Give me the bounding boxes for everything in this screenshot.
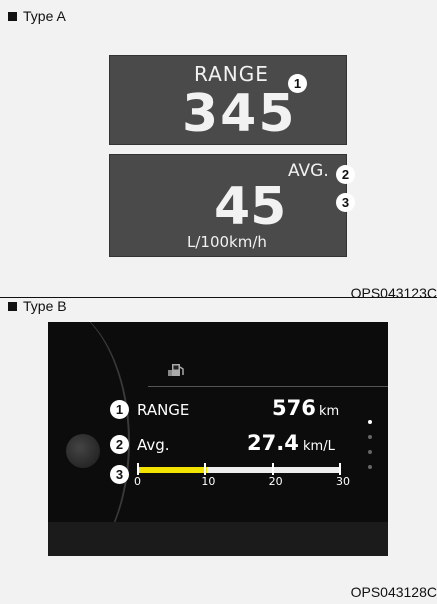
type-a-label: Type A bbox=[8, 8, 66, 24]
avg-value: 45 bbox=[214, 177, 287, 237]
avg-unit: L/100km/h bbox=[187, 233, 267, 251]
gauge-tick bbox=[204, 463, 207, 475]
fuel-pump-icon bbox=[168, 364, 184, 376]
type-b-label: Type B bbox=[8, 298, 67, 314]
range-display: RANGE 345 1 bbox=[109, 55, 347, 145]
avg-value-b: 27.4 bbox=[247, 431, 299, 455]
page-indicator-dot bbox=[368, 450, 372, 454]
knob bbox=[66, 434, 100, 468]
square-bullet-icon bbox=[8, 11, 17, 21]
fuel-economy-bar bbox=[138, 467, 340, 473]
page-indicator-dot bbox=[368, 420, 372, 424]
gauge-tick-label: 30 bbox=[336, 475, 350, 488]
callout-3-b: 3 bbox=[110, 465, 129, 484]
cluster-panel bbox=[48, 322, 388, 556]
callout-2: 2 bbox=[336, 165, 355, 184]
figure-code-a: OPS043123C bbox=[350, 285, 437, 301]
header-rule bbox=[148, 386, 388, 387]
type-b-label-text: Type B bbox=[23, 298, 67, 314]
range-label: RANGE bbox=[194, 62, 269, 86]
callout-1: 1 bbox=[288, 74, 307, 93]
gauge-tick-label: 20 bbox=[268, 475, 283, 488]
gauge-tick bbox=[271, 463, 274, 475]
range-unit-b: km bbox=[319, 404, 340, 419]
range-value: 345 bbox=[182, 84, 297, 144]
range-label-b: RANGE bbox=[137, 401, 190, 419]
panel-bottom-band bbox=[48, 522, 388, 556]
gauge-tick-label: 0 bbox=[134, 475, 141, 488]
figure-code-b: OPS043128C bbox=[350, 584, 437, 600]
fuel-economy-bar-fill bbox=[138, 467, 207, 473]
avg-unit-b: km/L bbox=[303, 439, 335, 454]
page-indicator-dot bbox=[368, 465, 372, 469]
gauge-tick-label: 10 bbox=[201, 475, 216, 488]
avg-label: AVG. bbox=[288, 161, 329, 181]
type-a-label-text: Type A bbox=[23, 8, 66, 24]
range-value-b: 576 bbox=[272, 396, 316, 420]
callout-2-b: 2 bbox=[110, 435, 129, 454]
gauge-tick bbox=[339, 463, 341, 475]
callout-1-b: 1 bbox=[110, 400, 129, 419]
avg-display: AVG. 45 L/100km/h 2 3 bbox=[109, 154, 355, 257]
callout-3: 3 bbox=[336, 193, 355, 212]
page-indicator-dot bbox=[368, 435, 372, 439]
gauge-tick bbox=[137, 463, 139, 475]
square-bullet-icon bbox=[8, 301, 17, 311]
avg-label-b: Avg. bbox=[137, 436, 170, 454]
